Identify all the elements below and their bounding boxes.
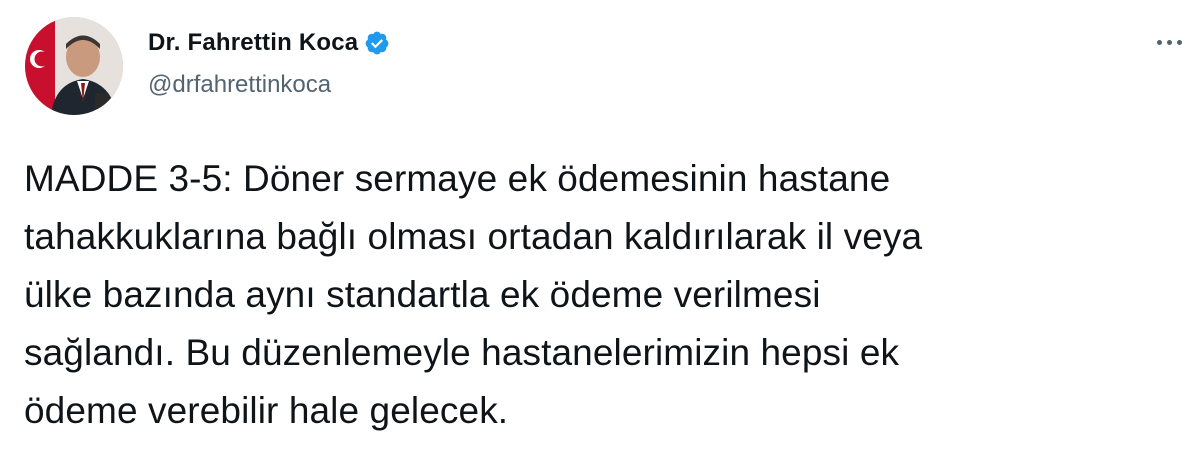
author-handle[interactable]: @drfahrettinkoca [148,71,331,99]
verified-badge-icon [364,30,390,56]
author-avatar[interactable] [25,17,123,115]
tweet-text-line: ödeme verebilir hale gelecek. [24,390,509,431]
tweet-text-line: ülke bazında aynı standartla ek ödeme ve… [24,274,821,315]
more-options-icon[interactable] [1152,30,1186,54]
tweet-text: MADDE 3-5: Döner sermaye ek ödemesinin h… [24,150,1184,440]
tweet-text-line: sağlandı. Bu düzenlemeyle hastanelerimiz… [24,332,900,373]
author-display-name[interactable]: Dr. Fahrettin Koca [148,29,358,57]
author-name-row: Dr. Fahrettin Koca [148,28,390,58]
tweet-text-line: tahakkuklarına bağlı olması ortadan kald… [24,216,923,257]
tweet-card: Dr. Fahrettin Koca @drfahrettinkoca MADD… [0,0,1200,465]
avatar-image [25,17,123,115]
tweet-text-line: MADDE 3-5: Döner sermaye ek ödemesinin h… [24,158,891,199]
